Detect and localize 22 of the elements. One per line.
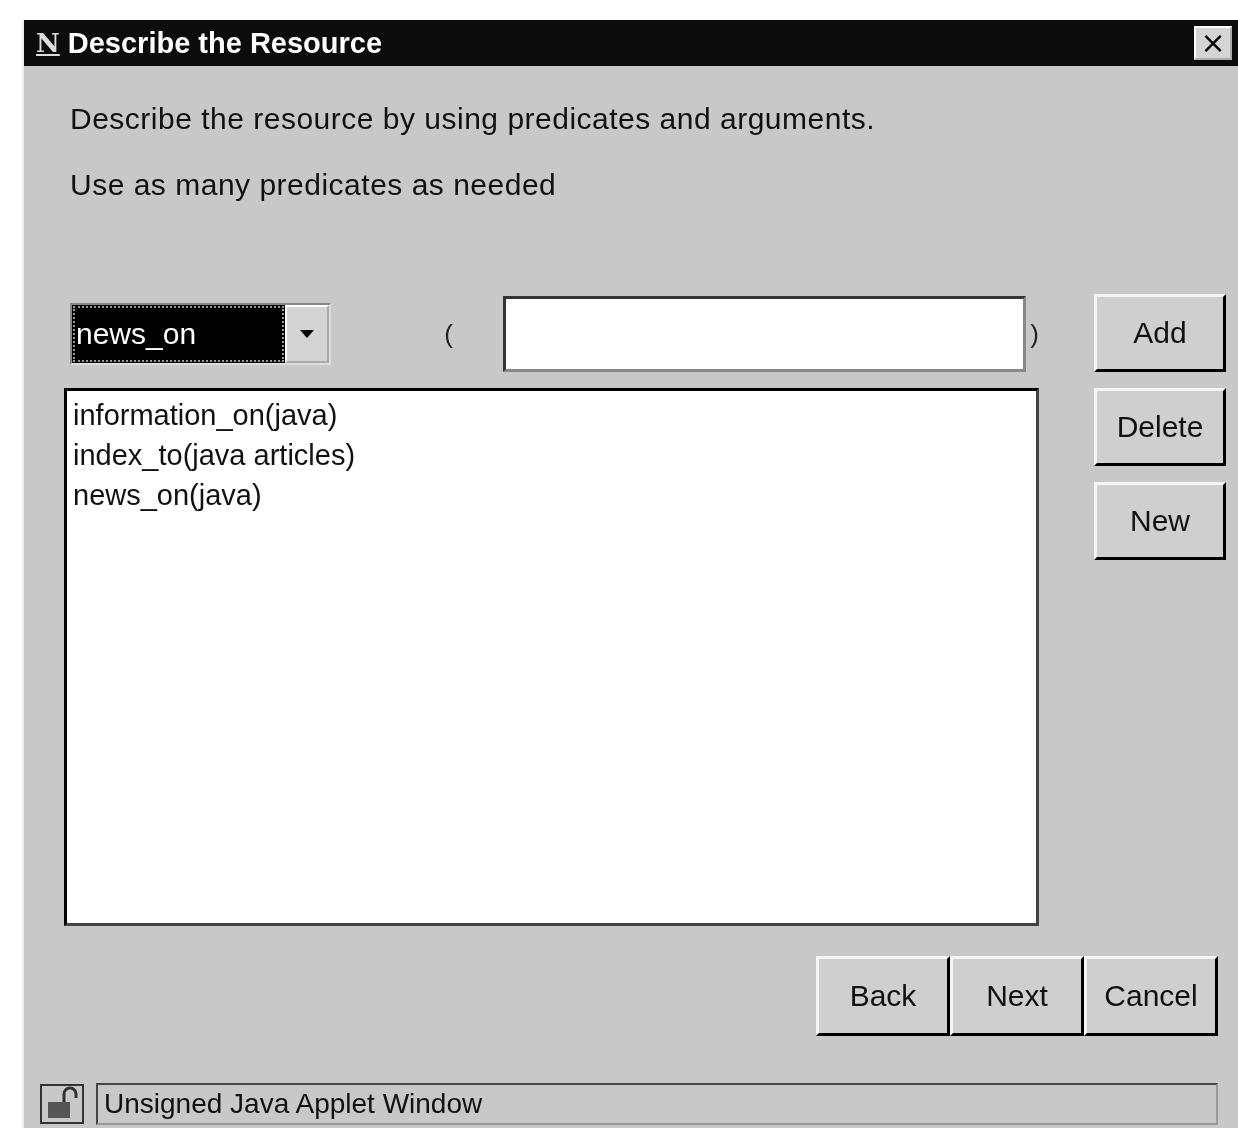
instruction-text: Describe the resource by using predicates and arguments. — [70, 102, 877, 136]
argument-field[interactable] — [503, 296, 1027, 372]
list-item[interactable]: index_to(java articles) — [73, 435, 1030, 475]
delete-button[interactable]: Delete — [1094, 388, 1226, 466]
app-logo: N — [36, 28, 60, 58]
next-button[interactable]: Next — [950, 956, 1084, 1036]
new-button[interactable]: New — [1094, 482, 1226, 560]
dropdown-button[interactable] — [284, 305, 329, 363]
status-text: Unsigned Java Applet Window — [96, 1083, 1218, 1125]
caret-icon — [299, 330, 314, 338]
list-item[interactable]: information_on(java) — [73, 395, 1030, 435]
predicate-dropdown[interactable]: news_on — [70, 303, 331, 365]
add-button[interactable]: Add — [1094, 294, 1226, 372]
close-parenthesis: ) — [1030, 318, 1039, 350]
instruction-text: Use as many predicates as needed — [70, 168, 558, 202]
list-item[interactable]: news_on(java) — [73, 475, 1030, 515]
window-title: Describe the Resource — [67, 26, 384, 60]
predicate-list[interactable]: information_on(java) index_to(java articles) news_on(java) — [64, 388, 1039, 926]
cancel-button[interactable]: Cancel — [1084, 956, 1218, 1036]
close-button[interactable]: × — [1194, 26, 1232, 60]
open-parenthesis: ( — [444, 318, 453, 350]
back-button[interactable]: Back — [816, 956, 950, 1036]
